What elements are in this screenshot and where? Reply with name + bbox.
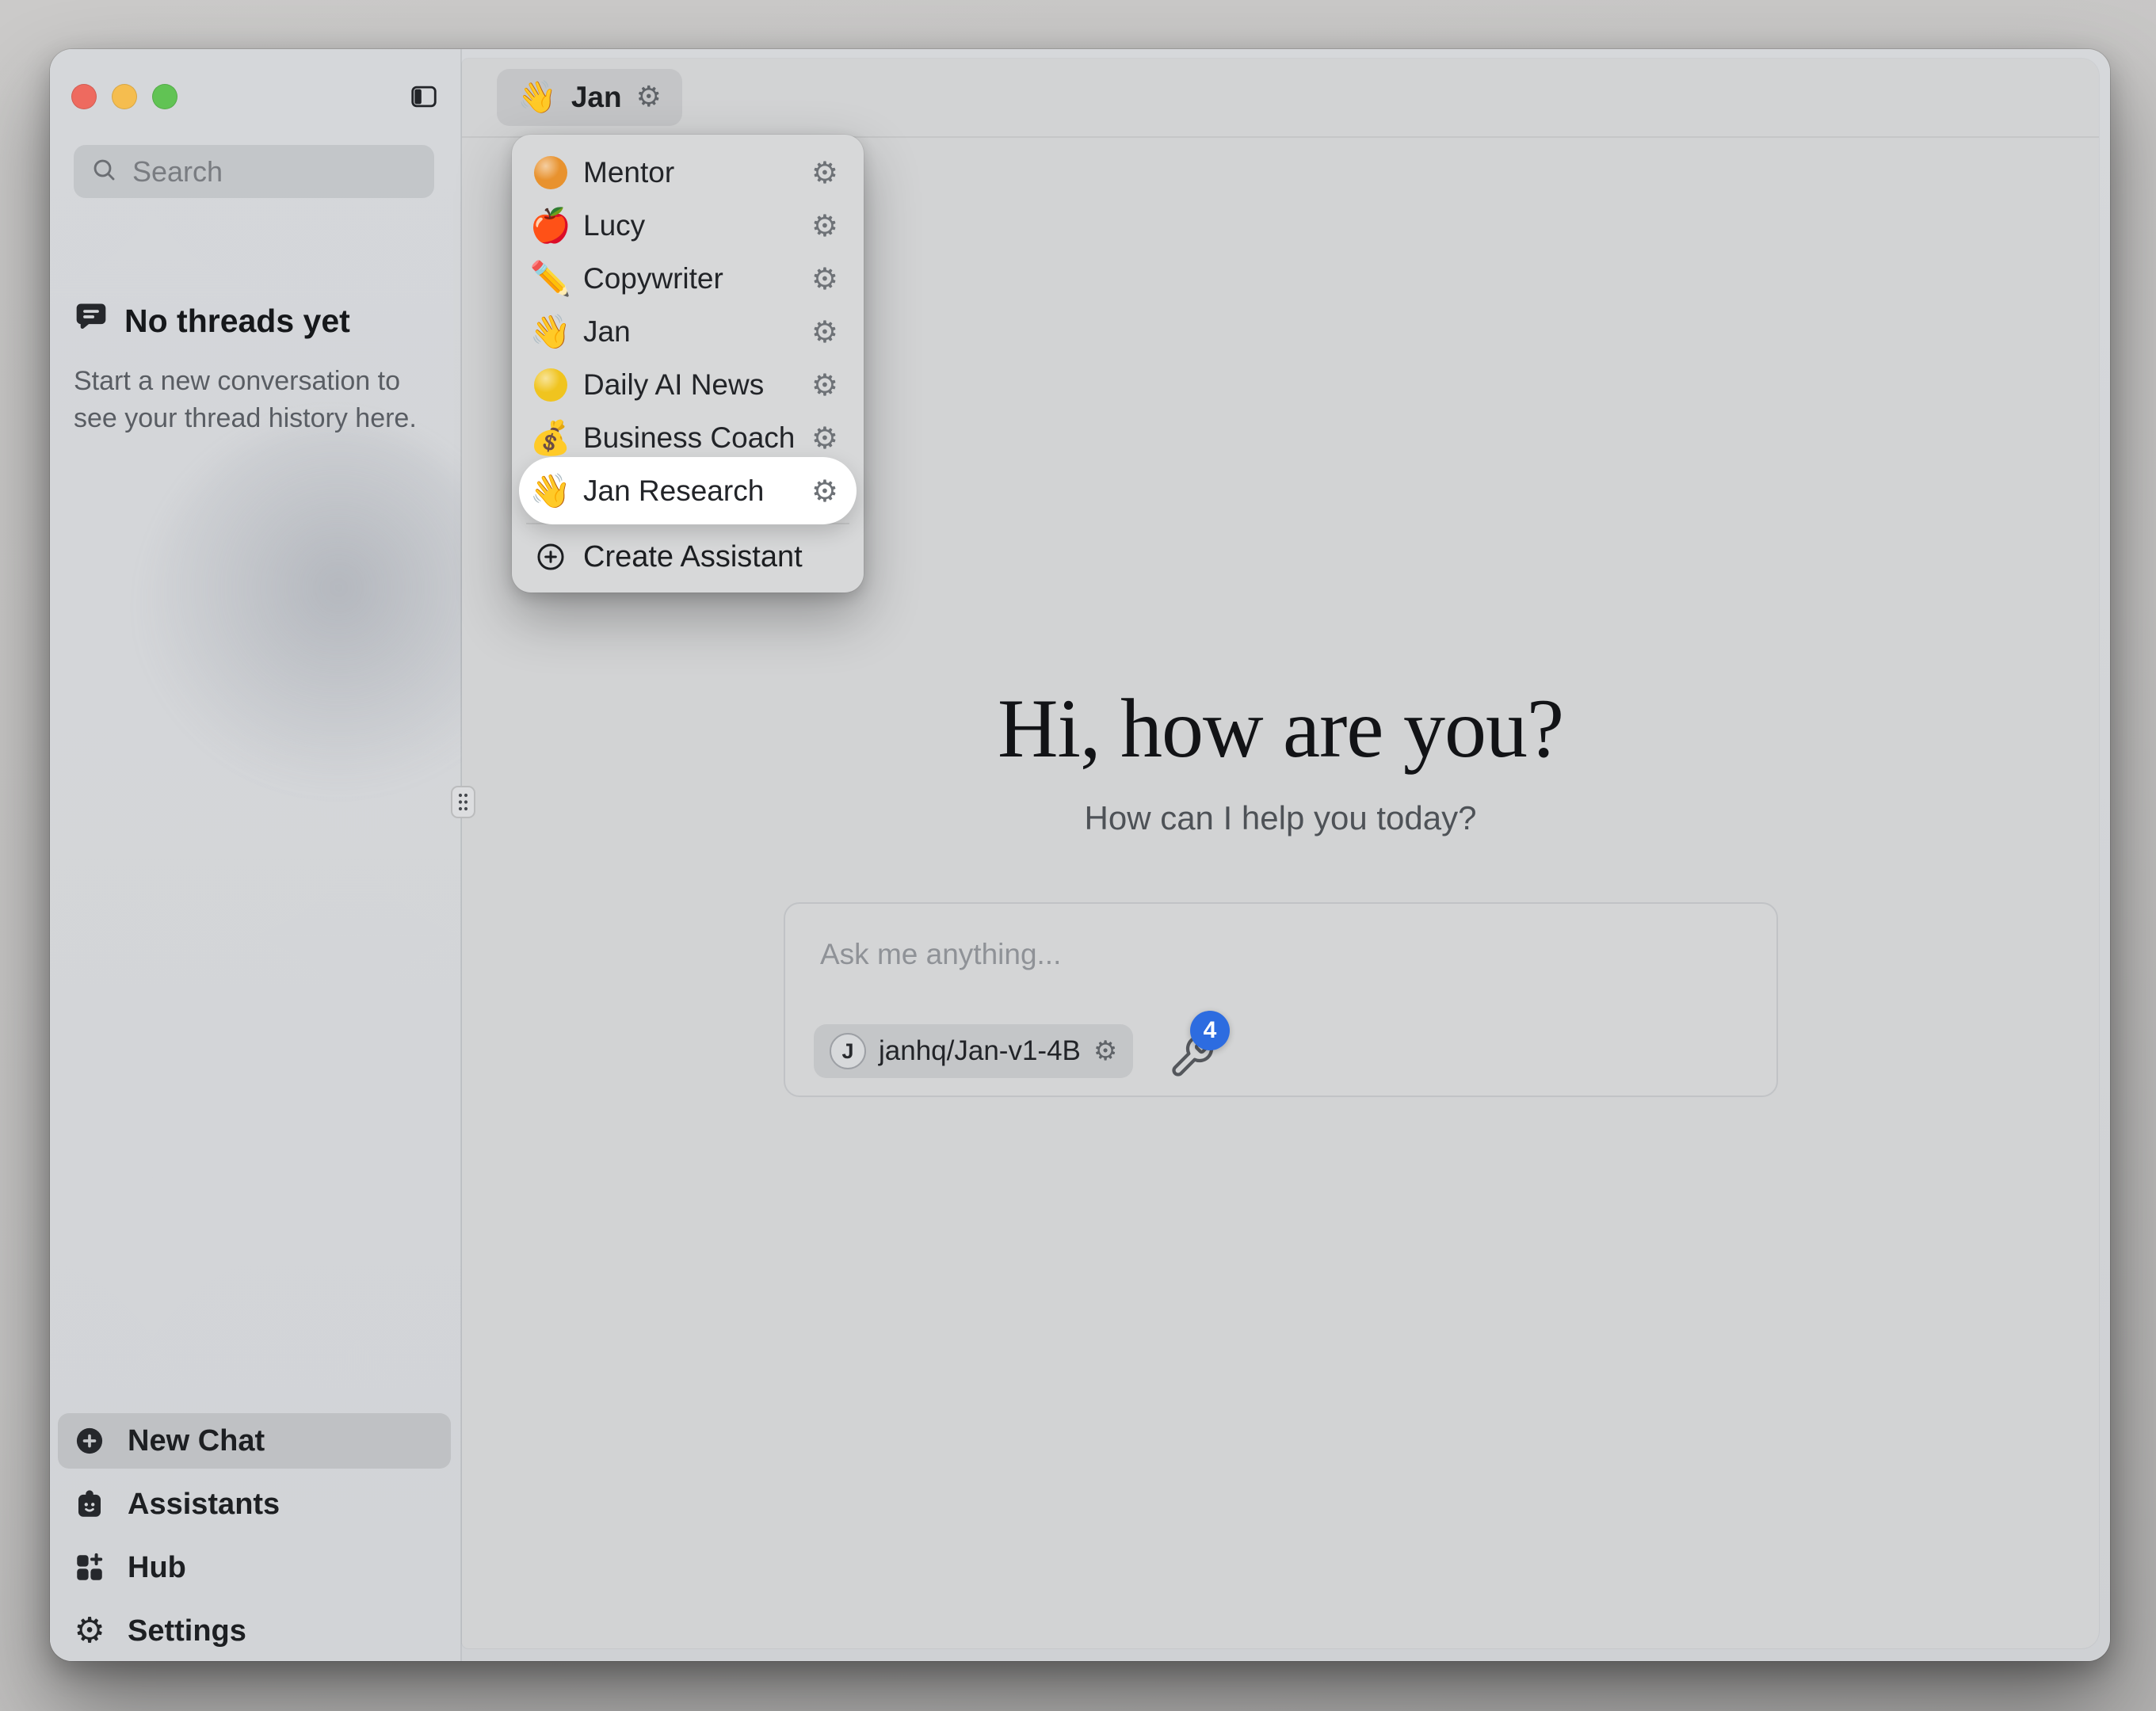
prompt-input[interactable] (819, 931, 1743, 978)
create-assistant-label: Create Assistant (583, 540, 803, 574)
create-assistant-button[interactable]: Create Assistant (520, 529, 856, 585)
sidebar-toggle-icon (409, 82, 439, 116)
gear-icon[interactable]: ⚙ (636, 83, 662, 112)
red-apple-emoji: 🍎 (531, 209, 570, 242)
assistant-menu-item-label: Jan Research (583, 474, 764, 508)
assistant-menu-item-label: Business Coach (583, 421, 795, 455)
plus-circle-icon (72, 1423, 107, 1458)
grip-dots-icon (456, 791, 470, 813)
composer-card: J janhq/Jan-v1-4B ⚙ 4 (784, 902, 1778, 1097)
zoom-button[interactable] (152, 84, 177, 109)
waving-hand-emoji: 👋 (517, 82, 557, 113)
sidebar-nav: New Chat Assistants (58, 1413, 451, 1667)
assistant-menu-item-business-coach[interactable]: 💰 Business Coach ⚙ (520, 411, 856, 464)
minimize-button[interactable] (112, 84, 137, 109)
empty-state-title: No threads yet (124, 303, 350, 340)
sidebar-resize-handle[interactable] (451, 786, 475, 818)
hub-grid-icon (72, 1550, 107, 1585)
assistant-menu-item-label: Copywriter (583, 262, 723, 295)
gear-icon[interactable]: ⚙ (811, 264, 838, 294)
assistant-menu-item-daily-ai-news[interactable]: Daily AI News ⚙ (520, 358, 856, 411)
assistant-menu-item-label: Mentor (583, 156, 674, 189)
assistant-menu-item-mentor[interactable]: Mentor ⚙ (520, 146, 856, 199)
tools-count-badge: 4 (1190, 1011, 1230, 1050)
gear-icon[interactable]: ⚙ (811, 370, 838, 400)
orange-circle-emoji (531, 156, 570, 189)
gear-icon[interactable]: ⚙ (811, 158, 838, 188)
assistant-menu-item-label: Daily AI News (583, 368, 764, 402)
gear-icon[interactable]: ⚙ (811, 317, 838, 347)
sidebar-toggle-button[interactable] (408, 82, 440, 114)
app-window: No threads yet Start a new conversation … (50, 49, 2110, 1661)
assistant-menu-item-copywriter[interactable]: ✏️ Copywriter ⚙ (520, 252, 856, 305)
sidebar-item-label: Assistants (128, 1488, 280, 1522)
plus-circle-outline-icon (532, 540, 569, 574)
assistant-menu-list: Mentor ⚙ 🍎 Lucy ⚙ ✏️ Copywriter ⚙ 👋 Jan … (520, 146, 856, 517)
assistants-robot-icon (72, 1487, 107, 1522)
model-name: janhq/Jan-v1-4B (879, 1035, 1081, 1067)
yellow-circle-emoji (531, 368, 570, 402)
threads-empty-state: No threads yet Start a new conversation … (74, 299, 430, 437)
greeting: Hi, how are you? How can I help you toda… (462, 684, 2099, 837)
greeting-subtitle: How can I help you today? (462, 799, 2099, 837)
gear-icon[interactable]: ⚙ (811, 211, 838, 241)
gear-icon[interactable]: ⚙ (811, 423, 838, 453)
assistant-selector-label: Jan (571, 81, 622, 114)
search-icon (90, 155, 118, 188)
sidebar-item-new-chat[interactable]: New Chat (58, 1413, 451, 1469)
sidebar: No threads yet Start a new conversation … (50, 49, 462, 1661)
assistant-selector-button[interactable]: 👋 Jan ⚙ (497, 69, 682, 126)
empty-state-description: Start a new conversation to see your thr… (74, 363, 430, 437)
wrench-icon (1168, 1070, 1215, 1084)
gear-icon[interactable]: ⚙ (1093, 1038, 1117, 1065)
assistant-menu-item-jan[interactable]: 👋 Jan ⚙ (520, 305, 856, 358)
assistant-menu-item-label: Lucy (583, 209, 645, 242)
assistant-dropdown-menu: Mentor ⚙ 🍎 Lucy ⚙ ✏️ Copywriter ⚙ 👋 Jan … (512, 135, 864, 593)
search-box[interactable] (74, 145, 434, 198)
tools-button[interactable]: 4 (1168, 1033, 1215, 1080)
sidebar-item-label: Settings (128, 1614, 246, 1648)
gear-icon[interactable]: ⚙ (811, 476, 838, 506)
search-input[interactable] (131, 154, 418, 189)
sidebar-item-assistants[interactable]: Assistants (58, 1477, 451, 1532)
assistant-menu-item-lucy[interactable]: 🍎 Lucy ⚙ (520, 199, 856, 252)
traffic-lights (71, 84, 177, 109)
sidebar-item-label: New Chat (128, 1424, 265, 1458)
pencil-emoji: ✏️ (531, 262, 570, 295)
money-bag-emoji: 💰 (531, 421, 570, 455)
waving-hand-emoji: 👋 (531, 315, 570, 349)
waving-hand-emoji: 👋 (531, 474, 570, 508)
sidebar-item-settings[interactable]: ⚙ Settings (58, 1603, 451, 1659)
greeting-title: Hi, how are you? (462, 684, 2099, 772)
settings-gear-icon: ⚙ (72, 1614, 107, 1648)
main-header: 👋 Jan ⚙ (462, 59, 2099, 138)
model-avatar: J (830, 1033, 866, 1069)
assistant-menu-item-label: Jan (583, 315, 631, 349)
model-selector-button[interactable]: J janhq/Jan-v1-4B ⚙ (814, 1024, 1133, 1078)
assistant-menu-item-jan-research[interactable]: 👋 Jan Research ⚙ (520, 464, 856, 517)
chat-bubble-icon (74, 299, 109, 342)
sidebar-item-label: Hub (128, 1551, 186, 1585)
close-button[interactable] (71, 84, 97, 109)
sidebar-item-hub[interactable]: Hub (58, 1540, 451, 1595)
